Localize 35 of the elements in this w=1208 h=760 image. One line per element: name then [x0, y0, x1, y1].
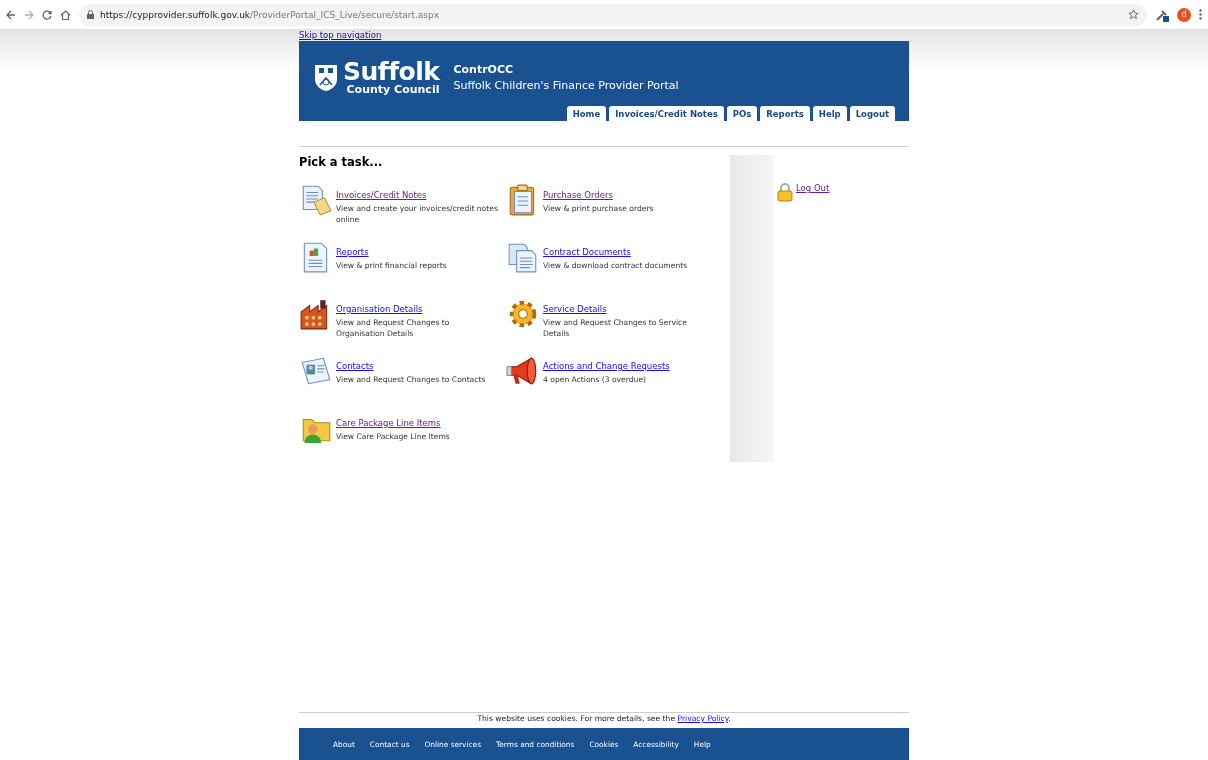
logo-subtitle: County Council — [346, 84, 440, 95]
padlock-icon[interactable] — [777, 182, 793, 202]
task-link[interactable]: Reports — [336, 247, 369, 257]
logo-title: Suffolk — [343, 59, 440, 84]
address-bar[interactable]: https://cypprovider.suffolk.gov.uk/ProviderPortal_ICS_Live/secure/start.aspx — [79, 3, 1147, 26]
profile-avatar[interactable]: d — [1177, 7, 1191, 22]
task-link[interactable]: Care Package Line Items — [336, 418, 441, 428]
back-icon[interactable] — [6, 9, 16, 20]
nav-tab[interactable]: Invoices/Credit Notes — [609, 106, 724, 121]
skip-navigation-link[interactable]: Skip top navigation — [299, 30, 382, 41]
nav-tab[interactable]: Home — [566, 106, 607, 121]
task-link[interactable]: Invoices/Credit Notes — [336, 190, 427, 200]
lock-icon — [87, 10, 94, 19]
home-icon[interactable] — [60, 9, 71, 20]
nav-tab[interactable]: Logout — [849, 106, 895, 121]
url-text: https://cypprovider.suffolk.gov.uk/ProviderPortal_ICS_Live/secure/start.aspx — [100, 9, 440, 20]
star-icon[interactable] — [1128, 9, 1139, 20]
task-link[interactable]: Service Details — [543, 304, 607, 314]
page-heading: Pick a task... — [299, 155, 384, 169]
task-link[interactable]: Actions and Change Requests — [543, 361, 670, 371]
extension-icon[interactable] — [1155, 7, 1169, 22]
reload-icon[interactable] — [42, 9, 52, 20]
task-link[interactable]: Contacts — [336, 361, 374, 371]
menu-icon[interactable] — [1199, 9, 1202, 20]
task-link[interactable]: Contract Documents — [543, 247, 631, 257]
app-subtitle: Suffolk Children's Finance Provider Portal — [453, 78, 679, 92]
nav-tab[interactable]: Reports — [760, 106, 810, 121]
crest-logo-icon — [313, 62, 339, 92]
nav-tab[interactable]: POs — [726, 106, 758, 121]
task-link[interactable]: Organisation Details — [336, 304, 423, 314]
log-out-link[interactable]: Log Out — [796, 183, 830, 193]
app-name: ContrOCC — [453, 62, 515, 76]
forward-icon[interactable] — [24, 9, 34, 20]
nav-tab[interactable]: Help — [812, 106, 847, 121]
task-link[interactable]: Purchase Orders — [543, 190, 613, 200]
